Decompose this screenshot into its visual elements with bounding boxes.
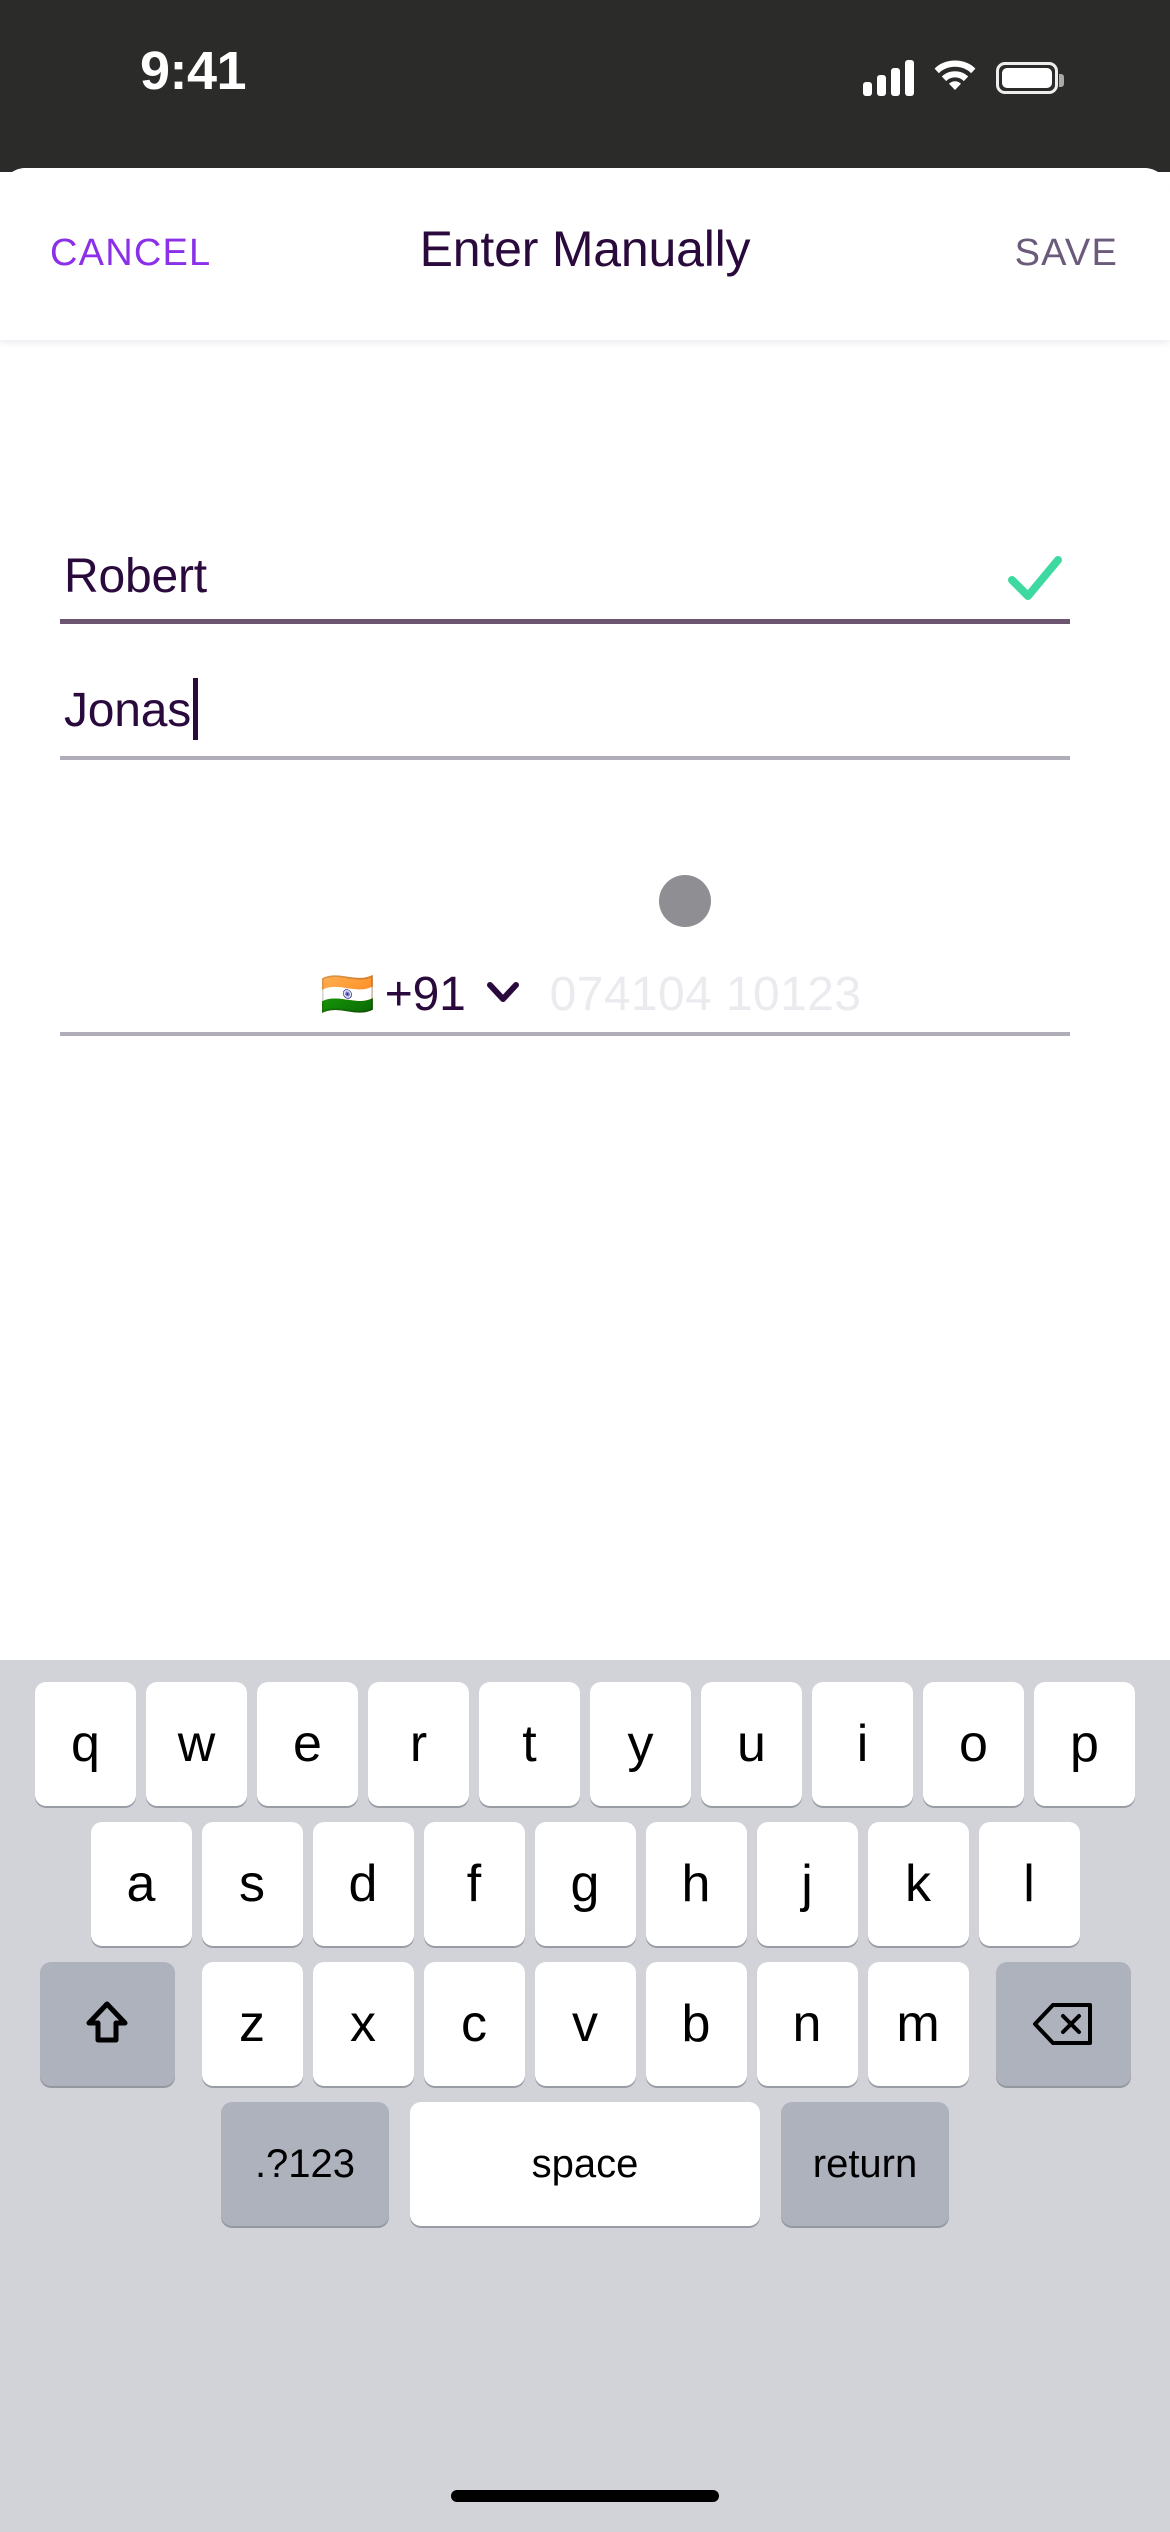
navigation-bar: CANCEL Enter Manually SAVE xyxy=(0,168,1170,340)
key-i[interactable]: i xyxy=(812,1682,913,1806)
status-bar: 9:41 xyxy=(0,0,1170,172)
shift-arrow-icon xyxy=(79,1996,135,2052)
key-x[interactable]: x xyxy=(312,1962,414,2086)
phone-underline xyxy=(60,1032,1070,1036)
phone-number-input[interactable]: 074104 10123 xyxy=(550,967,862,1022)
key-y[interactable]: y xyxy=(590,1682,691,1806)
status-bar-indicators xyxy=(863,46,1064,96)
key-n[interactable]: n xyxy=(756,1962,858,2086)
india-flag-icon: 🇮🇳 xyxy=(320,968,375,1020)
key-u[interactable]: u xyxy=(701,1682,802,1806)
battery-icon xyxy=(996,62,1064,94)
last-name-field[interactable]: Jonas xyxy=(60,668,1070,760)
key-c[interactable]: c xyxy=(423,1962,525,2086)
key-o[interactable]: o xyxy=(923,1682,1024,1806)
cellular-signal-icon xyxy=(863,60,914,96)
first-name-value: Robert xyxy=(64,550,207,603)
key-t[interactable]: t xyxy=(479,1682,580,1806)
return-key[interactable]: return xyxy=(781,2102,949,2226)
key-j[interactable]: j xyxy=(756,1822,858,1946)
country-code-value: +91 xyxy=(384,968,466,1021)
key-r[interactable]: r xyxy=(368,1682,469,1806)
key-p[interactable]: p xyxy=(1034,1682,1135,1806)
last-name-underline xyxy=(60,756,1070,760)
key-a[interactable]: a xyxy=(90,1822,192,1946)
key-z[interactable]: z xyxy=(201,1962,303,2086)
keyboard-row-1: q w e r t y u i o p xyxy=(0,1682,1170,1806)
phone-field[interactable]: 🇮🇳 +91 074104 10123 xyxy=(60,944,1070,1036)
key-d[interactable]: d xyxy=(312,1822,414,1946)
key-q[interactable]: q xyxy=(35,1682,136,1806)
backspace-icon xyxy=(1031,2000,1095,2048)
key-f[interactable]: f xyxy=(423,1822,525,1946)
save-button[interactable]: SAVE xyxy=(1015,232,1118,275)
key-v[interactable]: v xyxy=(534,1962,636,2086)
chevron-down-icon[interactable] xyxy=(476,971,524,1018)
onscreen-keyboard: q w e r t y u i o p a s d f g h j k l z … xyxy=(0,1660,1170,2532)
first-name-underline xyxy=(60,619,1070,624)
home-indicator[interactable] xyxy=(451,2490,719,2502)
touch-indicator xyxy=(659,875,711,927)
last-name-value: Jonas xyxy=(64,678,199,740)
key-l[interactable]: l xyxy=(978,1822,1080,1946)
key-s[interactable]: s xyxy=(201,1822,303,1946)
text-caret xyxy=(193,678,199,740)
keyboard-row-2: a s d f g h j k l xyxy=(0,1822,1170,1946)
key-m[interactable]: m xyxy=(867,1962,969,2086)
numbers-key[interactable]: .?123 xyxy=(221,2102,389,2226)
page-title: Enter Manually xyxy=(419,221,751,277)
phone-screen: 9:41 CANCEL Enter Manually SAVE Robert J… xyxy=(0,0,1170,2532)
space-key[interactable]: space xyxy=(410,2102,760,2226)
country-code-selector[interactable]: 🇮🇳 +91 xyxy=(320,967,524,1022)
status-bar-time: 9:41 xyxy=(140,41,247,101)
phone-row: 🇮🇳 +91 074104 10123 xyxy=(60,967,1070,1022)
key-h[interactable]: h xyxy=(645,1822,747,1946)
key-g[interactable]: g xyxy=(534,1822,636,1946)
modal-sheet: CANCEL Enter Manually SAVE Robert Jonas xyxy=(0,168,1170,2532)
backspace-key[interactable] xyxy=(995,1962,1131,2086)
key-b[interactable]: b xyxy=(645,1962,747,2086)
first-name-field[interactable]: Robert xyxy=(60,532,1070,624)
keyboard-row-3: z x c v b n m xyxy=(0,1962,1170,2086)
key-e[interactable]: e xyxy=(257,1682,358,1806)
key-w[interactable]: w xyxy=(146,1682,247,1806)
shift-key[interactable] xyxy=(39,1962,175,2086)
key-k[interactable]: k xyxy=(867,1822,969,1946)
wifi-icon xyxy=(932,55,978,96)
last-name-text: Jonas xyxy=(64,684,192,737)
keyboard-row-4: .?123 space return xyxy=(0,2102,1170,2226)
